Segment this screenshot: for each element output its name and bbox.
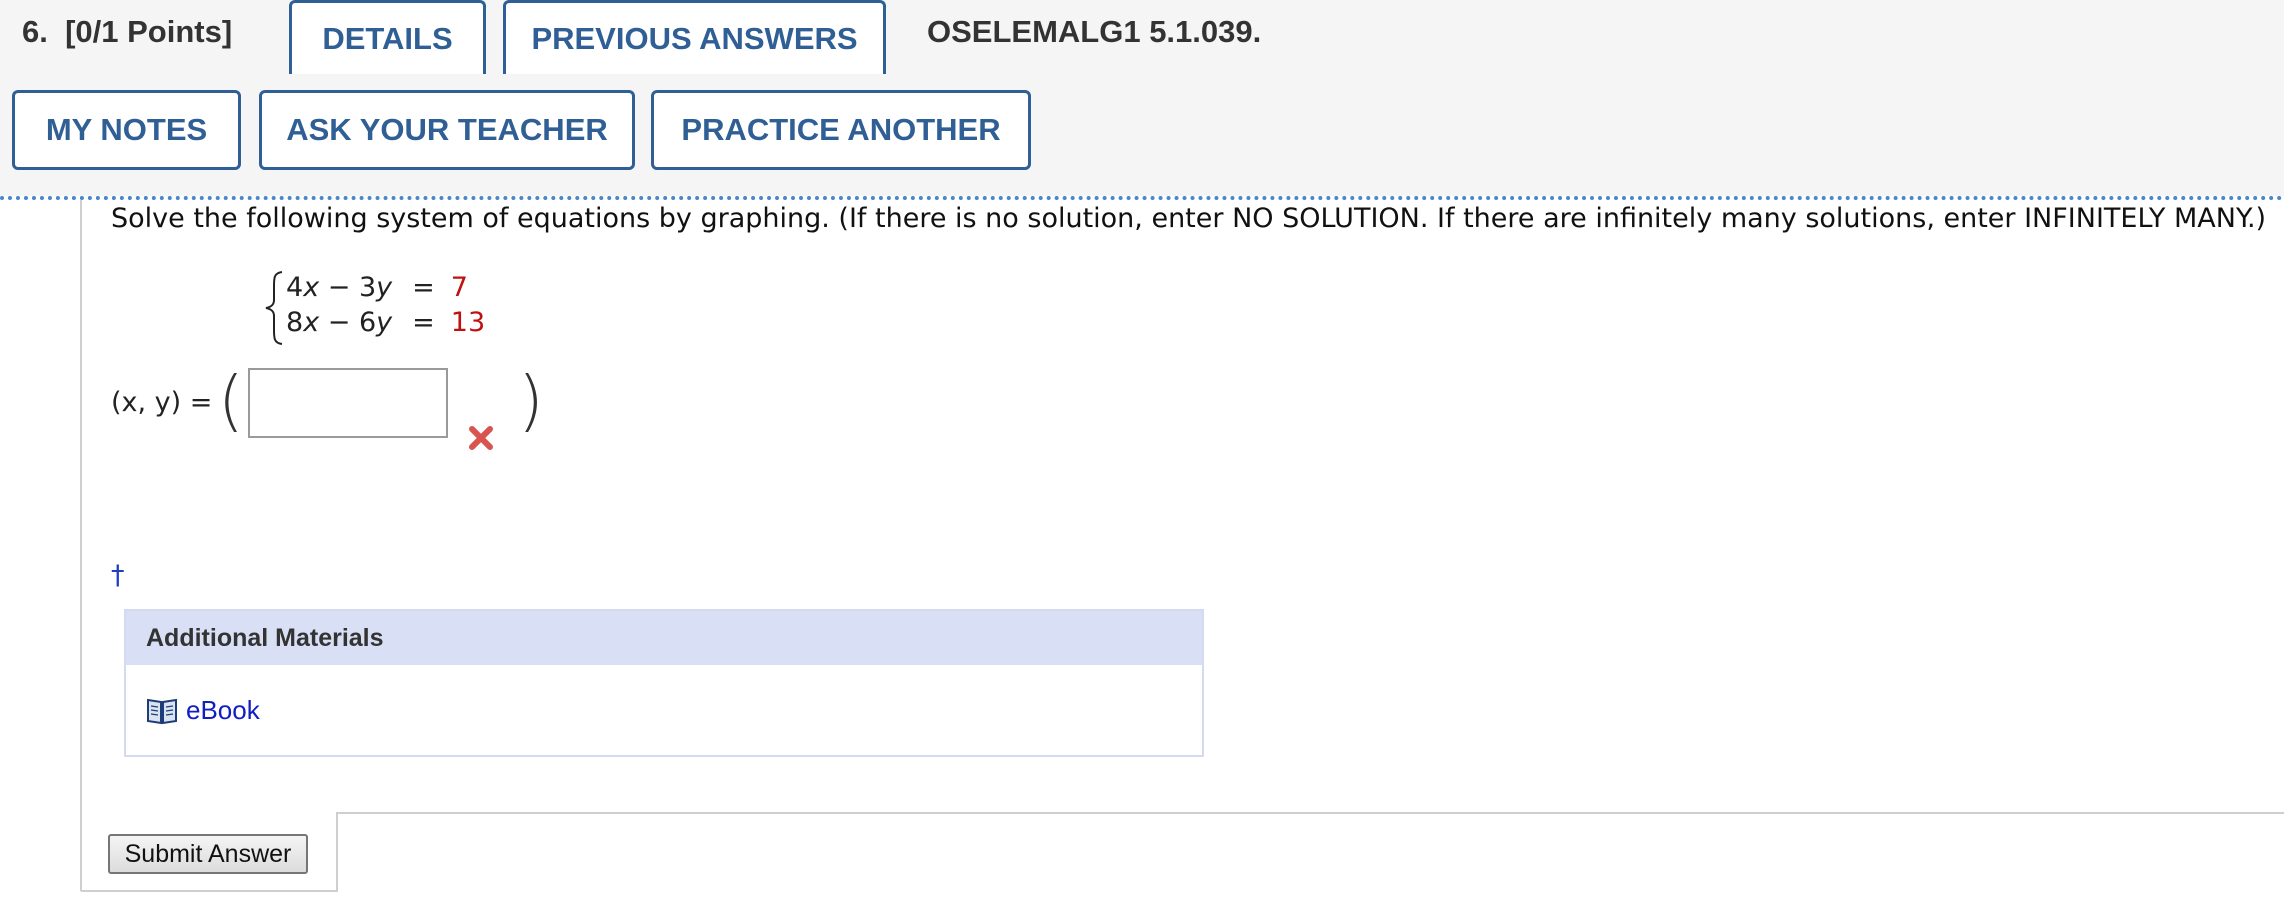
equation-1: 4x − 3y = 7 <box>286 272 468 303</box>
equation-2-coef-x: 8 <box>286 307 304 338</box>
practice-another-button[interactable]: PRACTICE ANOTHER <box>651 90 1031 170</box>
left-paren: ( <box>218 362 244 439</box>
submit-area-border-right <box>336 812 338 892</box>
dagger-mark: † <box>111 560 125 591</box>
content-border-left <box>80 200 82 890</box>
system-brace-icon <box>265 271 283 345</box>
submit-area-border-top <box>336 812 2284 814</box>
previous-answers-tab[interactable]: PREVIOUS ANSWERS <box>503 0 886 74</box>
additional-materials-panel: Additional Materials eBook <box>124 609 1204 757</box>
equation-1-coef-y: 3 <box>358 272 377 303</box>
book-icon <box>147 698 177 724</box>
ask-teacher-label: ASK YOUR TEACHER <box>286 112 608 147</box>
submit-answer-label: Submit Answer <box>124 839 292 868</box>
my-notes-label: MY NOTES <box>45 112 208 147</box>
additional-materials-header: Additional Materials <box>126 611 1202 665</box>
equation-2-coef-y: 6 <box>358 307 377 338</box>
answer-input[interactable] <box>248 368 448 438</box>
equation-2: 8x − 6y = 13 <box>286 307 486 338</box>
ebook-label: eBook <box>186 695 260 725</box>
problem-instructions: Solve the following system of equations … <box>111 203 2267 234</box>
submit-answer-button[interactable]: Submit Answer <box>108 834 308 874</box>
points-label: [0/1 Points] <box>65 14 233 49</box>
incorrect-x-icon <box>469 426 493 450</box>
previous-answers-tab-label: PREVIOUS ANSWERS <box>531 20 858 56</box>
question-number: 6. <box>22 14 48 49</box>
problem-code: OSELEMALG1 5.1.039. <box>927 14 1262 49</box>
right-paren: ) <box>518 362 544 439</box>
details-tab[interactable]: DETAILS <box>289 0 486 74</box>
answer-label: (x, y) = <box>111 387 213 418</box>
question-title: 6. [0/1 Points] <box>22 14 232 50</box>
ask-teacher-button[interactable]: ASK YOUR TEACHER <box>259 90 635 170</box>
header-divider <box>0 196 2284 200</box>
equation-1-coef-x: 4 <box>286 272 304 303</box>
details-tab-label: DETAILS <box>322 20 453 56</box>
content-border-bottom <box>80 890 336 892</box>
equation-1-constant: 7 <box>450 272 468 303</box>
equation-2-constant: 13 <box>450 307 486 338</box>
ebook-link[interactable]: eBook <box>146 695 260 726</box>
question-header: 6. [0/1 Points] DETAILS PREVIOUS ANSWERS… <box>0 0 2284 196</box>
practice-another-label: PRACTICE ANOTHER <box>681 112 1001 147</box>
my-notes-button[interactable]: MY NOTES <box>12 90 241 170</box>
